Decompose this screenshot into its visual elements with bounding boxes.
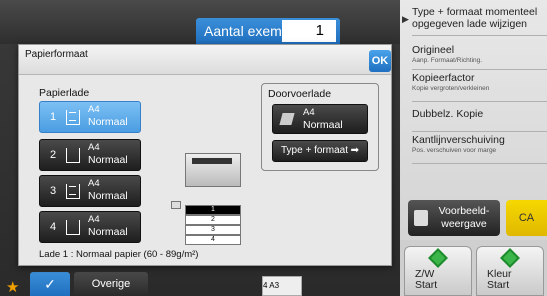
tray-button-2[interactable]: 2 A4 Normaal bbox=[39, 139, 141, 171]
tray-icon bbox=[66, 220, 80, 235]
tray-number: 4 bbox=[50, 221, 57, 233]
preview-label: Voorbeeld-weergave bbox=[438, 205, 490, 230]
type-format-button[interactable]: Type + formaat ➡ bbox=[272, 140, 368, 162]
menu-item-label: Dubbelz. Kopie bbox=[412, 108, 484, 120]
menu-item-kopieerfactor[interactable]: Kopieerfactor Kopie vergroten/verkleinen bbox=[412, 72, 547, 102]
tray-icon bbox=[66, 110, 80, 125]
bw-start-button[interactable]: Z/W Start bbox=[404, 246, 472, 296]
dialog-title: Papierformaat bbox=[25, 49, 88, 60]
menu-item-type-format[interactable]: Type + formaat momenteel opgegeven lade … bbox=[412, 6, 547, 36]
tray-type: Normaal bbox=[88, 116, 128, 128]
bypass-heading: Doorvoerlade bbox=[268, 88, 332, 100]
tray-number: 1 bbox=[50, 111, 57, 123]
tray-icon bbox=[66, 148, 80, 163]
check-icon: ✓ bbox=[44, 276, 56, 292]
tray-status-text: Lade 1 : Normaal papier (60 - 89g/m²) bbox=[39, 249, 199, 260]
tray-size: A4 bbox=[88, 104, 100, 115]
check-button[interactable]: ✓ bbox=[30, 272, 70, 296]
color-start-line2: Start bbox=[487, 279, 510, 291]
printer-tray-1: 1 bbox=[185, 205, 241, 215]
bypass-section: Doorvoerlade A4 Normaal Type + formaat ➡ bbox=[261, 83, 379, 171]
tray-button-1[interactable]: 1 A4 Normaal bbox=[39, 101, 141, 133]
bw-start-label: Z/W Start bbox=[415, 269, 437, 291]
bw-start-line2: Start bbox=[415, 279, 438, 291]
tray-icon bbox=[66, 184, 80, 199]
bypass-tray-icon bbox=[279, 113, 295, 125]
menu-item-sublabel: Kopie vergroten/verkleinen bbox=[412, 85, 490, 92]
printer-body bbox=[185, 153, 241, 187]
start-icon bbox=[500, 248, 520, 268]
printer-tray-3: 3 bbox=[185, 225, 241, 235]
arrow-right-icon: ➡ bbox=[350, 145, 359, 156]
menu-item-label: Origineel bbox=[412, 44, 455, 56]
type-format-label: Type + formaat bbox=[281, 145, 348, 156]
bypass-tray-button[interactable]: A4 Normaal bbox=[272, 104, 368, 134]
tray-heading: Papierlade bbox=[39, 87, 90, 99]
printer-illustration: 1 2 3 4 bbox=[171, 153, 245, 253]
preview-icon bbox=[414, 210, 428, 226]
menu-item-sublabel: Aanp. Formaat/Richting. bbox=[412, 57, 483, 64]
menu-item-origineel[interactable]: Origineel Aanp. Formaat/Richting. bbox=[412, 44, 547, 70]
menu-item-label: Kopieerfactor bbox=[412, 72, 475, 84]
tray-number: 2 bbox=[50, 149, 57, 161]
tray-number: 3 bbox=[50, 185, 57, 197]
bypass-type: Normaal bbox=[303, 119, 343, 131]
tray-button-4[interactable]: 4 A4 Normaal bbox=[39, 211, 141, 243]
menu-item-label: Type + formaat momenteel opgegeven lade … bbox=[412, 6, 538, 30]
menu-item-label: Kantlijnverschuiving bbox=[412, 134, 505, 146]
tray-button-3[interactable]: 3 A4 Normaal bbox=[39, 175, 141, 207]
star-icon[interactable]: ★ bbox=[6, 278, 19, 296]
tray-type: Normaal bbox=[88, 226, 128, 238]
dialog-header: Papierformaat OK bbox=[19, 45, 391, 75]
tray-size: A4 bbox=[88, 214, 100, 225]
ok-button[interactable]: OK bbox=[369, 50, 391, 72]
copies-field[interactable]: Aantal exempl. 1 bbox=[196, 18, 340, 44]
start-icon bbox=[428, 248, 448, 268]
tray-indicator: 4 A3 bbox=[262, 276, 302, 296]
bypass-size: A4 bbox=[303, 107, 315, 118]
tray-size: A4 bbox=[88, 178, 100, 189]
overige-button[interactable]: Overige bbox=[74, 272, 148, 296]
tray-type: Normaal bbox=[88, 154, 128, 166]
menu-item-dubbelzijdig[interactable]: Dubbelz. Kopie bbox=[412, 108, 547, 132]
paper-size-dialog: Papierformaat OK Papierlade 1 A4 Normaal… bbox=[18, 44, 392, 266]
preview-button[interactable]: Voorbeeld-weergave bbox=[408, 200, 500, 236]
bypass-tray-indicator bbox=[171, 201, 181, 209]
tray-size: A4 bbox=[88, 142, 100, 153]
printer-tray-4: 4 bbox=[185, 235, 241, 245]
clear-all-button[interactable]: CA bbox=[506, 200, 547, 236]
tray-type: Normaal bbox=[88, 190, 128, 202]
menu-item-kantlijn[interactable]: Kantlijnverschuiving Pos. verschuiven vo… bbox=[412, 134, 547, 164]
menu-item-sublabel: Pos. verschuiven voor marge bbox=[412, 147, 497, 154]
printer-tray-2: 2 bbox=[185, 215, 241, 225]
color-start-button[interactable]: Kleur Start bbox=[476, 246, 544, 296]
arrow-right-icon: ▶ bbox=[402, 14, 409, 24]
copies-value[interactable]: 1 bbox=[282, 20, 336, 42]
color-start-label: Kleur Start bbox=[487, 269, 512, 291]
